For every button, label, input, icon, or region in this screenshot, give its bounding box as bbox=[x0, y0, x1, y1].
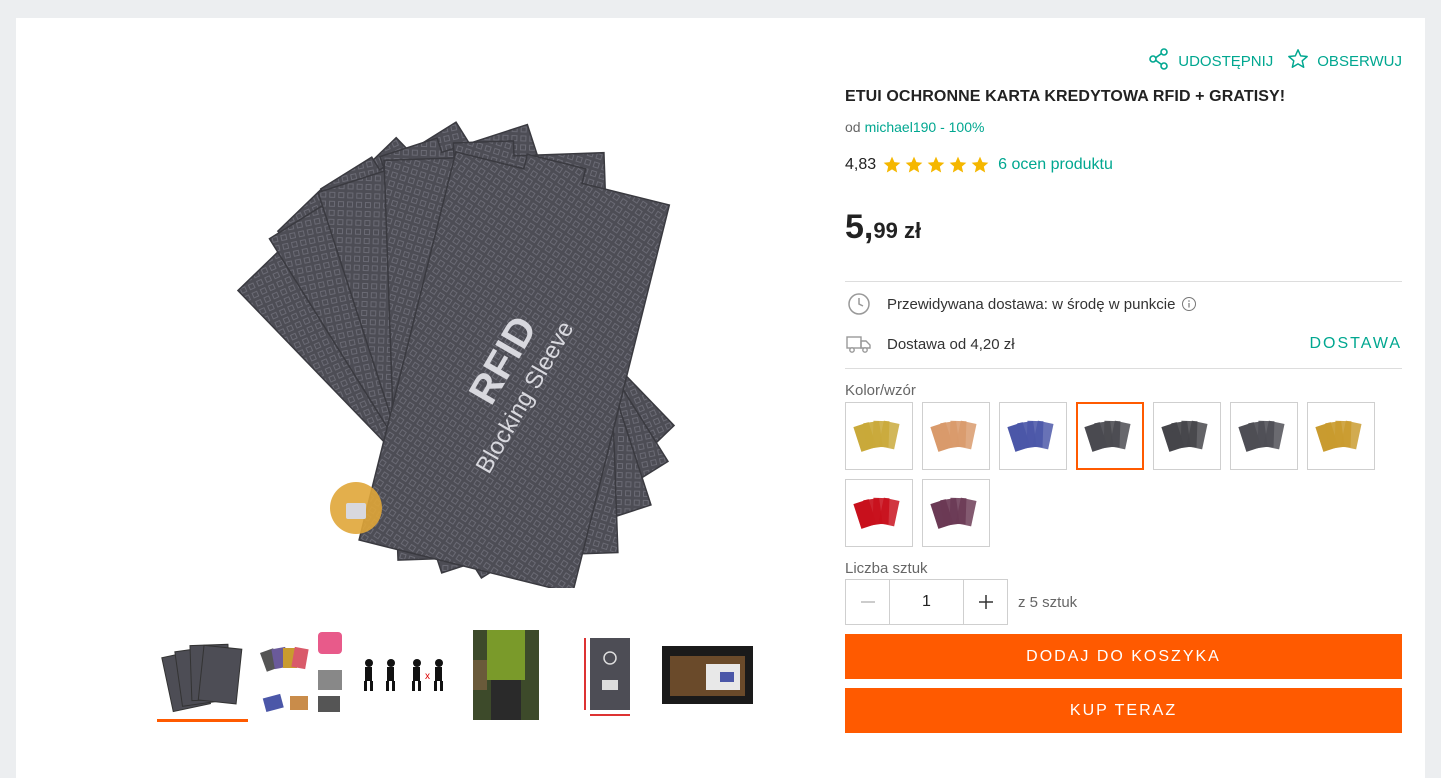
svg-text:x: x bbox=[425, 671, 430, 682]
thumbnail-4[interactable] bbox=[460, 630, 551, 720]
star-outline-icon bbox=[1287, 48, 1309, 74]
seller-link[interactable]: michael190 - 100% bbox=[865, 119, 985, 135]
delivery-estimate-text: Przewidywana dostawa: w środę w punkcie bbox=[887, 295, 1176, 313]
truck-icon bbox=[845, 333, 873, 355]
info-icon[interactable] bbox=[1181, 296, 1197, 312]
quantity-input[interactable] bbox=[890, 579, 963, 625]
star-icon bbox=[883, 156, 901, 173]
delivery-cost-row: Dostawa od 4,20 zł DOSTAWA bbox=[845, 332, 1402, 356]
increment-button[interactable] bbox=[963, 579, 1008, 625]
variant-swatch[interactable] bbox=[1153, 402, 1221, 470]
star-icon bbox=[971, 156, 989, 173]
seller-prefix: od bbox=[845, 119, 861, 135]
price: 5,99 zł bbox=[845, 208, 921, 247]
plus-icon bbox=[978, 595, 993, 609]
delivery-link[interactable]: DOSTAWA bbox=[1309, 335, 1402, 353]
thumbnail-1[interactable] bbox=[157, 630, 248, 722]
watch-label: OBSERWUJ bbox=[1317, 52, 1402, 70]
buy-now-button[interactable]: KUP TERAZ bbox=[845, 688, 1402, 733]
clock-icon bbox=[845, 292, 873, 316]
quantity-stepper: z 5 sztuk bbox=[845, 579, 1077, 625]
watch-button[interactable]: OBSERWUJ bbox=[1287, 48, 1402, 74]
variant-label: Kolor/wzór bbox=[845, 382, 916, 399]
share-label: UDOSTĘPNIJ bbox=[1178, 52, 1274, 70]
minus-icon bbox=[860, 601, 875, 603]
variant-swatch[interactable] bbox=[1076, 402, 1144, 470]
price-main: 5, bbox=[845, 208, 874, 246]
thumbnail-6[interactable] bbox=[662, 630, 753, 720]
rating-value: 4,83 bbox=[845, 156, 877, 173]
divider bbox=[845, 281, 1402, 282]
thumbnail-3[interactable]: x bbox=[359, 630, 450, 720]
decrement-button[interactable] bbox=[845, 579, 890, 625]
delivery-cost-text: Dostawa od 4,20 zł bbox=[887, 335, 1015, 353]
ratings-link[interactable]: 6 ocen produktu bbox=[998, 156, 1113, 174]
quantity-label: Liczba sztuk bbox=[845, 560, 928, 577]
variant-swatch[interactable] bbox=[845, 402, 913, 470]
add-to-cart-button[interactable]: DODAJ DO KOSZYKA bbox=[845, 634, 1402, 679]
variant-swatch[interactable] bbox=[922, 479, 990, 547]
star-icon bbox=[927, 156, 945, 173]
star-icon bbox=[905, 156, 923, 173]
variant-swatch[interactable] bbox=[845, 479, 913, 547]
product-card: RFID Blocking Sleeve x UDOSTĘPNIJ OBSERW… bbox=[16, 18, 1425, 778]
divider bbox=[845, 368, 1402, 369]
quantity-available: z 5 sztuk bbox=[1018, 593, 1078, 611]
rating-stars bbox=[882, 155, 990, 175]
rating-row: 4,83 6 ocen produktu bbox=[845, 155, 1113, 175]
delivery-estimate-row: Przewidywana dostawa: w środę w punkcie bbox=[845, 292, 1402, 316]
star-icon bbox=[949, 156, 967, 173]
top-actions: UDOSTĘPNIJ OBSERWUJ bbox=[1148, 48, 1402, 74]
variant-swatch[interactable] bbox=[999, 402, 1067, 470]
thumbnail-2[interactable] bbox=[258, 630, 349, 720]
seller-line: od michael190 - 100% bbox=[845, 119, 984, 135]
variant-swatch[interactable] bbox=[1230, 402, 1298, 470]
product-title: ETUI OCHRONNE KARTA KREDYTOWA RFID + GRA… bbox=[845, 88, 1286, 105]
main-product-image[interactable]: RFID Blocking Sleeve bbox=[166, 108, 746, 595]
variant-swatches bbox=[845, 402, 1385, 547]
variant-swatch[interactable] bbox=[922, 402, 990, 470]
price-fraction: 99 zł bbox=[873, 218, 922, 243]
share-button[interactable]: UDOSTĘPNIJ bbox=[1148, 48, 1273, 74]
variant-swatch[interactable] bbox=[1307, 402, 1375, 470]
thumbnail-strip: x bbox=[157, 630, 753, 722]
thumbnail-5[interactable] bbox=[561, 630, 652, 720]
share-icon bbox=[1148, 48, 1170, 74]
